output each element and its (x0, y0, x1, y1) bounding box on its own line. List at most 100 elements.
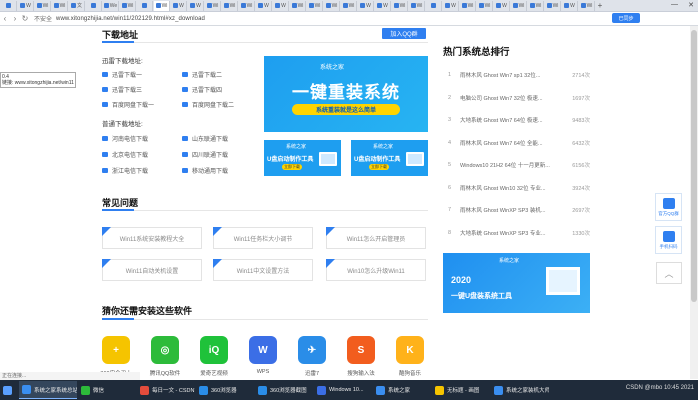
download-link-normal-6[interactable]: 移动通用下载 (182, 166, 228, 175)
app-icon: K (396, 336, 424, 364)
taskbar-item[interactable]: 无标题 - 画图 (432, 381, 490, 399)
ranking-item[interactable]: 5 Windows10 21H2 64位 十一月更新... 6156次 (448, 161, 590, 169)
browser-tab[interactable]: W (375, 0, 391, 11)
app-item[interactable]: S 搜狗输入法 (341, 336, 381, 377)
forward-icon[interactable]: › (10, 14, 20, 23)
taskbar-item[interactable]: Windows 10... (314, 381, 372, 399)
taskbar-item[interactable]: 系统之家 (373, 381, 431, 399)
ranking-item[interactable]: 8 大地系统 Ghost WinXP SP3 专业... 1330次 (448, 229, 590, 237)
banner-download-button[interactable]: 立即下载 (369, 164, 389, 170)
faq-item[interactable]: Win11中文设置方法 (213, 259, 313, 281)
browser-tab[interactable]: Wi (409, 0, 425, 11)
close-icon[interactable]: ✕ (688, 1, 694, 9)
download-link-thunder-1[interactable]: 迅雷下载一 (102, 70, 142, 79)
download-link-normal-2[interactable]: 山东联通下载 (182, 134, 228, 143)
ranking-item[interactable]: 4 雨林木风 Ghost Win7 64位 全能... 6432次 (448, 139, 590, 147)
ranking-item[interactable]: 6 雨林木风 Ghost Win10 32位 专业... 3924次 (448, 184, 590, 192)
usb-install-banner[interactable]: 系统之家 2020 一键U盘装系统工具 (443, 253, 590, 313)
url-text[interactable]: www.xitongzhijia.net/win11/202129.html#x… (56, 16, 205, 22)
browser-tab[interactable]: Wi (460, 0, 476, 11)
browser-tab[interactable] (137, 0, 153, 11)
browser-tab[interactable]: W (188, 0, 204, 11)
browser-tab[interactable]: We (103, 0, 119, 11)
faq-item[interactable]: Win11系统安装教程大全 (102, 227, 202, 249)
refresh-icon[interactable]: ↻ (20, 14, 30, 23)
browser-tab[interactable]: W (358, 0, 374, 11)
browser-tab[interactable]: Wi (307, 0, 323, 11)
download-link-normal-3[interactable]: 北京电信下载 (102, 150, 148, 159)
browser-tab[interactable]: Wi (35, 0, 51, 11)
taskbar-item[interactable]: 360浏览器截图 (255, 381, 313, 399)
float-mobile-button[interactable]: 手机扫码 (655, 226, 682, 254)
faq-item[interactable]: Win10怎么升级Win11 (326, 259, 426, 281)
scrollbar-thumb[interactable] (691, 30, 697, 302)
browser-tab[interactable]: Wi (222, 0, 238, 11)
taskbar-item[interactable]: 微信 (78, 381, 136, 399)
app-item[interactable]: K 酷狗音乐 (390, 336, 430, 377)
taskbar-item[interactable]: 每日一文 - CSDN博客 (137, 381, 195, 399)
download-link-baidu-1[interactable]: 百度网盘下载一 (102, 100, 154, 109)
start-button[interactable] (0, 381, 18, 399)
browser-tab[interactable]: Wi (545, 0, 561, 11)
float-qq-button[interactable]: 官方QQ群 (655, 193, 682, 221)
browser-tab[interactable]: Wi (392, 0, 408, 11)
join-qq-button[interactable]: 加入QQ群 (382, 28, 426, 39)
reinstall-banner[interactable]: 系统之家 一键重装系统 系统重装就是这么简单 (264, 56, 428, 132)
browser-tab[interactable] (86, 0, 102, 11)
browser-tab[interactable]: W (256, 0, 272, 11)
app-item[interactable]: +360安全卫士 (96, 336, 136, 377)
browser-tab[interactable]: Wi (511, 0, 527, 11)
download-link-baidu-2[interactable]: 百度网盘下载二 (182, 100, 234, 109)
browser-tab[interactable]: W (494, 0, 510, 11)
taskbar-item[interactable]: 360浏览器 (196, 381, 254, 399)
browser-tab[interactable]: Wi (52, 0, 68, 11)
browser-tab[interactable]: 文 (69, 0, 85, 11)
new-tab-button[interactable]: + (595, 1, 605, 10)
browser-tab[interactable]: Wi (324, 0, 340, 11)
browser-tab[interactable]: Wi (477, 0, 493, 11)
taskbar-item[interactable]: 系统之家系统总站 (19, 381, 77, 399)
app-item[interactable]: ✈ 迅雷7 (292, 336, 332, 377)
browser-tab[interactable]: W (18, 0, 34, 11)
app-item[interactable]: iQ 爱奇艺视频 (194, 336, 234, 377)
browser-tab[interactable]: Wi (341, 0, 357, 11)
tab-favicon-icon (461, 3, 467, 8)
download-link-normal-4[interactable]: 四川联通下载 (182, 150, 228, 159)
usb-tool-banner-1[interactable]: 系统之家 U盘启动制作工具 立即下载 (264, 140, 341, 176)
browser-tab[interactable]: W (443, 0, 459, 11)
app-item[interactable]: ◎ 腾讯QQ软件 (145, 336, 185, 377)
banner-download-button[interactable]: 立即下载 (282, 164, 302, 170)
ranking-item[interactable]: 2 电脑公司 Ghost Win7 32位 极速... 1697次 (448, 94, 590, 102)
ranking-item[interactable]: 1 雨林木风 Ghost Win7 sp1 32位... 2714次 (448, 71, 590, 79)
browser-tab[interactable]: Wi (579, 0, 595, 11)
download-link-thunder-3[interactable]: 迅雷下载三 (102, 85, 142, 94)
usb-tool-banner-2[interactable]: 系统之家 U盘启动制作工具 立即下载 (351, 140, 428, 176)
browser-tab[interactable]: W (171, 0, 187, 11)
app-item[interactable]: W WPS (243, 336, 283, 375)
faq-item[interactable]: Win11怎么开启管理员 (326, 227, 426, 249)
taskbar-item[interactable]: 系统之家装机大师 (491, 381, 549, 399)
profile-button[interactable]: 已同步 (612, 13, 640, 23)
faq-item[interactable]: Win11任务栏大小调节 (213, 227, 313, 249)
browser-tab[interactable]: Wi (205, 0, 221, 11)
browser-tab[interactable]: Wi (290, 0, 306, 11)
download-link-thunder-2[interactable]: 迅雷下载二 (182, 70, 222, 79)
back-to-top-button[interactable]: ︿ (656, 262, 682, 284)
back-icon[interactable]: ‹ (0, 14, 10, 23)
browser-tab[interactable]: W (273, 0, 289, 11)
browser-tab[interactable] (426, 0, 442, 11)
browser-tab[interactable]: Wi (120, 0, 136, 11)
download-link-normal-1[interactable]: 河南电信下载 (102, 134, 148, 143)
browser-tab[interactable]: W (562, 0, 578, 11)
download-link-thunder-4[interactable]: 迅雷下载四 (182, 85, 222, 94)
browser-tab[interactable]: Wi (528, 0, 544, 11)
browser-tab[interactable] (1, 0, 17, 11)
faq-item[interactable]: Win11自动关机设置 (102, 259, 202, 281)
ranking-item[interactable]: 7 雨林木风 Ghost WinXP SP3 装机... 2697次 (448, 206, 590, 214)
url-field[interactable]: 不安全 www.xitongzhijia.net/win11/202129.ht… (34, 14, 205, 24)
browser-tab[interactable]: Wi (154, 0, 170, 11)
minimize-icon[interactable]: — (671, 1, 678, 8)
browser-tab[interactable]: Wi (239, 0, 255, 11)
ranking-item[interactable]: 3 大地系统 Ghost Win7 64位 极速... 9483次 (448, 116, 590, 124)
download-link-normal-5[interactable]: 浙江电信下载 (102, 166, 148, 175)
